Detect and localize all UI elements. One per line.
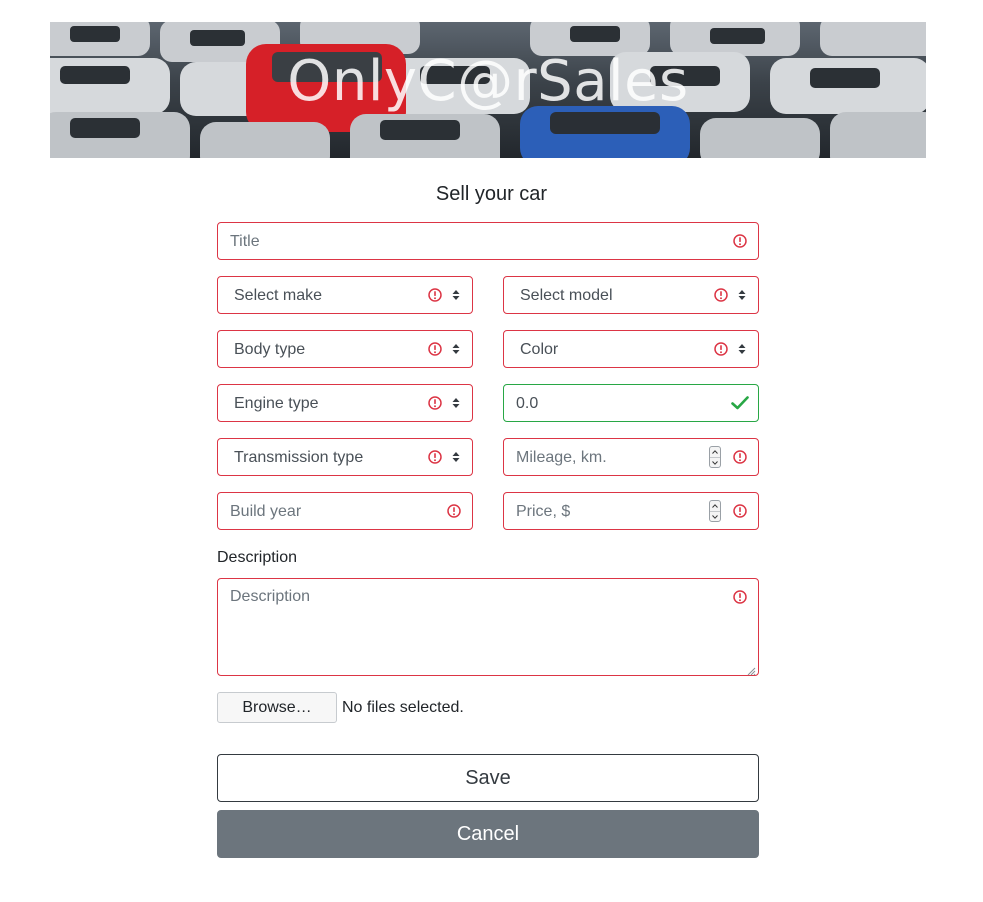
mileage-input[interactable]: Mileage, km. [503, 438, 759, 476]
engine-type-select[interactable]: Engine type [217, 384, 473, 422]
color-select[interactable]: Color [503, 330, 759, 368]
title-input[interactable]: Title [217, 222, 759, 260]
build-year-placeholder: Build year [230, 503, 302, 520]
invalid-icon [733, 590, 747, 604]
description-label: Description [217, 549, 298, 566]
make-select[interactable]: Select make [217, 276, 473, 314]
sort-carets-icon [452, 343, 460, 355]
model-select-value: Select model [520, 287, 613, 304]
check-icon [731, 395, 749, 411]
spin-up-icon[interactable] [710, 447, 720, 458]
invalid-icon [733, 450, 747, 464]
engine-type-value: Engine type [234, 395, 319, 412]
invalid-icon [428, 396, 442, 410]
invalid-icon [714, 288, 728, 302]
sort-carets-icon [452, 289, 460, 301]
sort-carets-icon [738, 289, 746, 301]
invalid-icon [428, 288, 442, 302]
price-placeholder: Price, $ [516, 503, 571, 520]
transmission-value: Transmission type [234, 449, 364, 466]
engine-volume-value: 0.0 [516, 395, 539, 412]
cancel-button[interactable]: Cancel [217, 810, 759, 858]
file-status-text: No files selected. [342, 699, 464, 716]
description-textarea[interactable]: Description [217, 578, 759, 676]
invalid-icon [447, 504, 461, 518]
number-spinner[interactable] [709, 500, 721, 522]
title-placeholder: Title [230, 233, 260, 250]
transmission-select[interactable]: Transmission type [217, 438, 473, 476]
site-logo-text[interactable]: OnlyC@rSales [50, 50, 926, 114]
page-title: Sell your car [435, 183, 548, 205]
spin-down-icon[interactable] [710, 458, 720, 468]
invalid-icon [733, 504, 747, 518]
price-input[interactable]: Price, $ [503, 492, 759, 530]
header-banner: OnlyC@rSales [50, 22, 926, 158]
invalid-icon [733, 234, 747, 248]
body-type-select[interactable]: Body type [217, 330, 473, 368]
save-button[interactable]: Save [217, 754, 759, 802]
make-select-value: Select make [234, 287, 323, 304]
number-spinner[interactable] [709, 446, 721, 468]
sort-carets-icon [452, 451, 460, 463]
invalid-icon [714, 342, 728, 356]
engine-volume-input[interactable]: 0.0 [503, 384, 759, 422]
build-year-input[interactable]: Build year [217, 492, 473, 530]
description-placeholder: Description [230, 588, 311, 605]
browse-button[interactable]: Browse… [217, 692, 337, 723]
resize-handle-icon[interactable] [746, 663, 756, 676]
body-type-value: Body type [234, 341, 306, 358]
color-select-value: Color [520, 341, 559, 358]
spin-up-icon[interactable] [710, 501, 720, 512]
mileage-placeholder: Mileage, km. [516, 449, 607, 466]
model-select[interactable]: Select model [503, 276, 759, 314]
sort-carets-icon [738, 343, 746, 355]
sort-carets-icon [452, 397, 460, 409]
invalid-icon [428, 450, 442, 464]
spin-down-icon[interactable] [710, 512, 720, 522]
invalid-icon [428, 342, 442, 356]
